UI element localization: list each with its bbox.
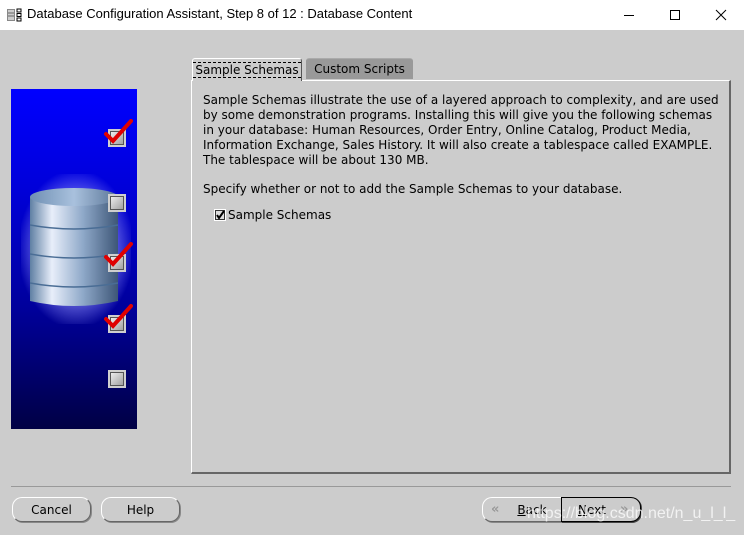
next-button[interactable]: Next » <box>561 497 641 522</box>
window-title: Database Configuration Assistant, Step 8… <box>27 6 413 21</box>
next-arrow-icon: » <box>619 502 629 517</box>
sample-schemas-prompt: Specify whether or not to add the Sample… <box>203 182 623 196</box>
red-checkmark-icon <box>104 242 133 267</box>
checkbox-box[interactable] <box>214 209 226 221</box>
step-indicator-unchecked <box>108 194 126 212</box>
next-label: Next <box>578 502 606 517</box>
sample-schemas-checkbox[interactable]: Sample Schemas <box>214 208 331 222</box>
checkmark-icon <box>216 210 225 220</box>
back-label: Back <box>517 502 547 517</box>
tab-sample-schemas[interactable]: Sample Schemas <box>192 58 302 81</box>
back-arrow-icon: « <box>491 502 500 517</box>
close-button[interactable] <box>698 0 744 30</box>
footer-divider <box>11 486 731 487</box>
cancel-button[interactable]: Cancel <box>12 497 91 522</box>
title-bar: Database Configuration Assistant, Step 8… <box>0 0 744 30</box>
minimize-button[interactable] <box>606 0 652 30</box>
help-button[interactable]: Help <box>101 497 180 522</box>
minimize-icon <box>624 15 634 16</box>
back-button[interactable]: « Back <box>482 497 562 522</box>
sample-schemas-description: Sample Schemas illustrate the use of a l… <box>203 93 719 167</box>
database-app-icon <box>7 8 22 22</box>
step-indicator-unchecked <box>108 370 126 388</box>
red-checkmark-icon <box>104 304 133 329</box>
red-checkmark-icon <box>104 119 133 144</box>
checkbox-label: Sample Schemas <box>228 208 332 222</box>
tab-custom-scripts[interactable]: Custom Scripts <box>306 58 413 79</box>
close-icon <box>715 9 727 21</box>
tab-label: Custom Scripts <box>314 62 405 76</box>
tab-content-panel: Sample Schemas illustrate the use of a l… <box>191 80 731 474</box>
maximize-button[interactable] <box>652 0 698 30</box>
wizard-illustration <box>11 89 137 429</box>
tab-label: Sample Schemas <box>193 62 301 78</box>
maximize-icon <box>670 10 680 20</box>
